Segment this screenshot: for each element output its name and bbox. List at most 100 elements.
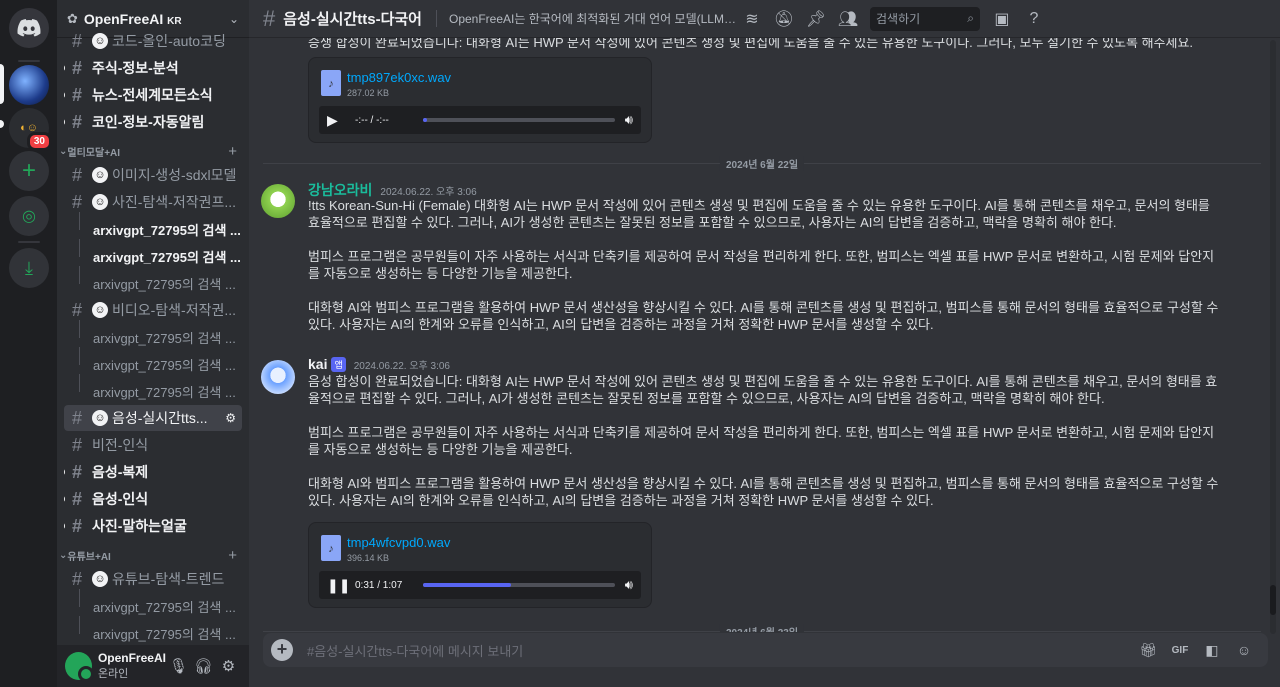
channel-label: 유튜브-탐색-트렌드	[112, 571, 225, 587]
members-icon[interactable]: 👥︎	[832, 9, 864, 29]
add-server-icon: +	[21, 157, 36, 184]
channel-item[interactable]: # ☺ 음성-실시간tts... ⚙	[64, 405, 242, 431]
channel-item[interactable]: # ☺ 유튜브-탐색-트렌드	[64, 566, 242, 592]
channel-item[interactable]: # 사진-말하는얼굴	[64, 513, 242, 539]
message-text: 승생 합성이 완료되었습니다: 대화형 AI는 HWP 문서 작성에 있어 콘텐…	[308, 38, 1194, 50]
channel-label: 뉴스-전세계모든소식	[92, 87, 213, 103]
scrollbar-thumb[interactable]	[1270, 585, 1276, 615]
message-paragraph: 범피스 프로그램은 공무원들이 자주 사용하는 서식과 단축키를 제공하여 문서…	[308, 249, 1215, 281]
hash-icon: #	[72, 30, 83, 51]
app-tag: 앱	[331, 356, 346, 372]
thread-item[interactable]: arxivgpt_72795의 검색 ...	[93, 217, 243, 241]
message-paragraph: !tts Korean-Sun-Hi (Female) 대화형 AI는 HWP …	[308, 198, 1210, 230]
file-link[interactable]: tmp897ek0xc.wav	[347, 70, 451, 85]
add-channel-icon[interactable]: +	[228, 547, 237, 564]
pin-icon[interactable]: 📌︎	[800, 9, 832, 29]
hash-icon: #	[72, 57, 83, 78]
channel-item[interactable]: # 주식-정보-분석	[64, 55, 242, 81]
pause-icon[interactable]: ❚❚	[327, 577, 350, 594]
message-paragraph: 대화형 AI와 범피스 프로그램을 활용하여 HWP 문서 생산성을 향상시킬 …	[308, 476, 1219, 508]
message-input[interactable]: #음성-실시간tts-다국어에 메시지 보내기	[307, 641, 1132, 660]
gif-icon[interactable]: GIF	[1164, 645, 1196, 656]
channel-label: 주식-정보-분석	[92, 60, 179, 76]
channel-settings-icon[interactable]: ⚙	[225, 411, 236, 425]
search-input[interactable]: 검색하기 ⌕	[869, 6, 980, 31]
server-icon: ✿	[67, 10, 78, 26]
home-button[interactable]	[9, 8, 49, 48]
author-name[interactable]: kai	[308, 356, 327, 372]
message-paragraph: 범피스 프로그램은 공무원들이 자주 사용하는 서식과 단축키를 제공하여 문서…	[308, 425, 1215, 457]
thread-item[interactable]: arxivgpt_72795의 검색 ...	[93, 325, 243, 349]
help-icon[interactable]: ?	[1018, 10, 1050, 28]
channel-label: 음성-실시간tts...	[112, 410, 208, 426]
server-openfreeai[interactable]	[9, 65, 49, 105]
channel-topic[interactable]: OpenFreeAI는 한국어에 최적화된 거대 언어 모델(LLM) 서비스를…	[435, 10, 736, 27]
channel-emoji-icon: ☺	[92, 167, 108, 183]
audio-attachment: ♪ tmp4wfcvpd0.wav 396.14 KB ❚❚ 0:31 / 1:…	[308, 522, 652, 608]
channel-item[interactable]: # 코인-정보-자동알림	[64, 109, 242, 135]
channel-item[interactable]: # 음성-인식	[64, 486, 242, 512]
avatar[interactable]	[65, 652, 94, 682]
play-icon[interactable]: ▶	[327, 112, 347, 129]
thread-item[interactable]: arxivgpt_72795의 검색 ...	[93, 379, 243, 403]
mute-icon[interactable]: 🔕︎	[768, 9, 800, 29]
channel-item[interactable]: # ☺ 코드-올인-auto코딩	[64, 28, 242, 54]
hash-icon: #	[263, 5, 276, 31]
channel-header: # 음성-실시간tts-다국어 OpenFreeAI는 한국어에 최적화된 거대…	[249, 0, 1280, 38]
avatar[interactable]	[261, 184, 295, 218]
channel-emoji-icon: ☺	[92, 302, 108, 318]
audio-progress[interactable]	[423, 583, 615, 587]
thread-spine	[79, 374, 80, 392]
channel-item[interactable]: # ☺ 사진-탐색-저작권프...	[64, 189, 242, 215]
audio-progress-fill	[423, 118, 427, 122]
headphones-icon[interactable]: 🎧︎	[191, 657, 216, 675]
channel-label: 비전-인식	[92, 437, 149, 453]
volume-icon[interactable]: 🔊︎	[625, 577, 633, 593]
thread-item[interactable]: arxivgpt_72795의 검색 ...	[93, 244, 243, 268]
thread-item[interactable]: arxivgpt_72795의 검색 ...	[93, 271, 243, 295]
channel-label: 사진-탐색-저작권프...	[112, 194, 237, 210]
add-server-button[interactable]: +	[9, 151, 49, 191]
thread-item[interactable]: arxivgpt_72795의 검색 ...	[93, 621, 243, 645]
mic-icon[interactable]: 🎙︎	[166, 657, 191, 675]
sticker-icon[interactable]: ◧	[1196, 642, 1228, 659]
emoji-icon[interactable]: ☺	[1228, 642, 1260, 658]
channel-item[interactable]: # ☺ 비디오-탐색-저작권...	[64, 297, 242, 323]
message-body: 음성 합성이 완료되었습니다: 대화형 AI는 HWP 문서 작성에 있어 콘텐…	[308, 373, 1223, 509]
hash-icon: #	[72, 568, 83, 589]
discord-icon	[17, 19, 41, 37]
scrollbar-track[interactable]	[1270, 40, 1276, 634]
discord-window: ◐☺ 30 + ◎ ⤓ ✿ OpenFreeAI KR ⌄ # ☺ 코드-올인-au…	[0, 0, 1280, 687]
gift-icon[interactable]: 🎁︎	[1132, 642, 1164, 659]
channel-item[interactable]: # 음성-복제	[64, 459, 242, 485]
hash-icon: #	[72, 488, 83, 509]
channel-item[interactable]: # ☺ 이미지-생성-sdxl모델	[64, 162, 242, 188]
hash-icon: #	[72, 164, 83, 185]
unread-dot	[64, 118, 65, 126]
unread-dot	[64, 91, 65, 99]
category-header[interactable]: ⌄ 유튜브+AI +	[59, 546, 245, 564]
avatar[interactable]	[261, 360, 295, 394]
thread-item[interactable]: arxivgpt_72795의 검색 ...	[93, 352, 243, 376]
thread-item[interactable]: arxivgpt_72795의 검색 ...	[93, 594, 243, 618]
settings-icon[interactable]: ⚙	[216, 657, 241, 675]
user-info[interactable]: OpenFreeAI 온라인	[98, 651, 166, 681]
date-label: 2024년 6월 23일	[719, 624, 805, 632]
attach-button[interactable]: +	[271, 639, 293, 661]
message-composer: + #음성-실시간tts-다국어에 메시지 보내기 🎁︎ GIF ◧ ☺	[263, 633, 1268, 667]
server-name: OpenFreeAI KR	[83, 10, 182, 27]
unread-dot	[64, 495, 65, 503]
channel-item[interactable]: # 뉴스-전세계모든소식	[64, 82, 242, 108]
threads-icon[interactable]: ≋	[736, 9, 768, 29]
download-button[interactable]: ⤓	[9, 248, 49, 288]
discover-button[interactable]: ◎	[9, 196, 49, 236]
server-folder[interactable]: ◐☺ 30	[9, 108, 52, 151]
audio-progress[interactable]	[423, 118, 615, 122]
inbox-icon[interactable]: ▣	[986, 9, 1018, 29]
channel-item[interactable]: # 비전-인식	[64, 432, 242, 458]
add-channel-icon[interactable]: +	[228, 143, 237, 160]
file-link[interactable]: tmp4wfcvpd0.wav	[347, 535, 450, 550]
volume-icon[interactable]: 🔊︎	[625, 112, 633, 128]
category-header[interactable]: ⌄ 멀티모달+AI +	[59, 142, 245, 160]
hash-icon: #	[72, 515, 83, 536]
